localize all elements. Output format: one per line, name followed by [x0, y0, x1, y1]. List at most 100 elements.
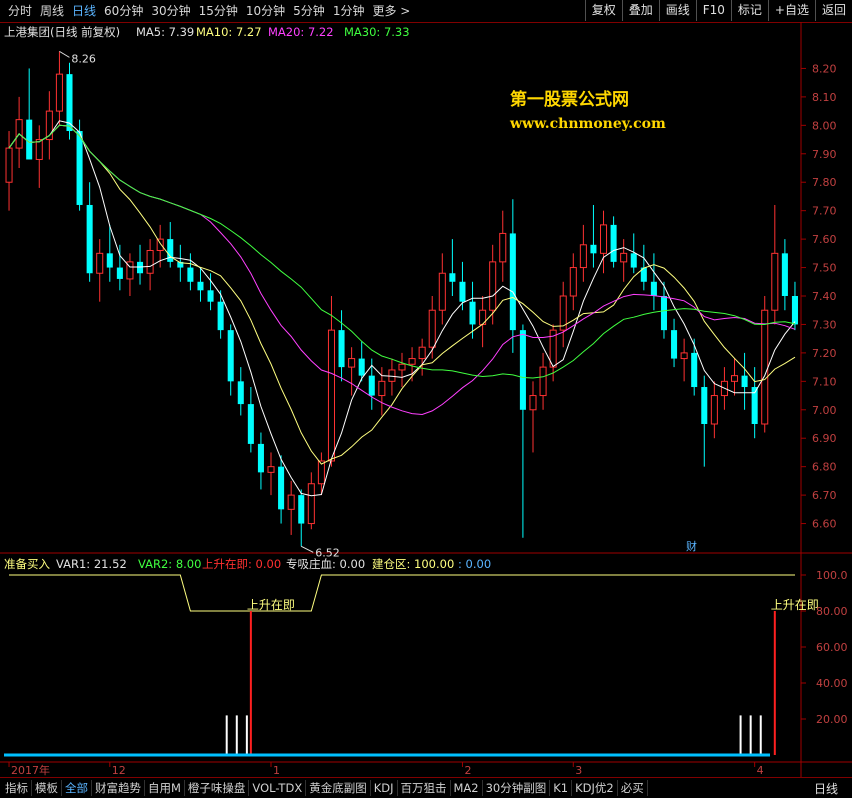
build-value: 建仓区: 100.00	[372, 557, 455, 571]
candle-body	[660, 296, 667, 331]
indicator-tab-2[interactable]: 全部	[62, 780, 92, 796]
candle-body	[197, 281, 204, 291]
candle	[26, 68, 33, 160]
indicator-tick-label: 80.00	[816, 605, 848, 618]
candle-body	[398, 363, 406, 371]
candle	[680, 338, 688, 382]
candle-body	[791, 296, 798, 325]
candle-body	[96, 252, 104, 274]
up-signal-label: 上升在即	[771, 598, 819, 612]
candle-body	[187, 267, 194, 282]
candle-body	[630, 253, 637, 268]
candle-body	[287, 494, 295, 510]
candle	[519, 324, 526, 538]
period-label[interactable]: 日线	[814, 780, 838, 797]
candle	[55, 51, 63, 126]
indicator-tab-5[interactable]: 橙子味操盘	[185, 780, 250, 796]
candle-body	[499, 232, 507, 263]
bottom-toolbar: 指标 模板 全部 财富趋势 自用M 橙子味操盘 VOL-TDX 黄金底副图 KDJ 百万狙击 MA2…	[0, 777, 852, 798]
indicator-tab-9[interactable]: 百万狙击	[398, 780, 451, 796]
candle-body	[5, 147, 13, 183]
indicator-tab-6[interactable]: VOL-TDX	[249, 780, 307, 796]
date-tick-label: 2017年	[11, 763, 50, 777]
candle	[590, 204, 597, 268]
candle	[247, 387, 254, 453]
candle-body	[227, 330, 234, 382]
candle	[701, 375, 708, 467]
indicator-tick-label: 20.00	[816, 713, 848, 726]
candle-body	[358, 358, 365, 376]
candle-body	[590, 244, 597, 254]
price-tick-label: 8.10	[812, 91, 837, 104]
price-tick-label: 7.10	[812, 375, 837, 388]
candle-body	[529, 395, 537, 411]
indicator-tab-12[interactable]: K1	[550, 780, 573, 796]
candle	[368, 358, 375, 410]
indicator-tab-13[interactable]: KDJ优2	[572, 780, 618, 796]
candle-body	[35, 139, 43, 160]
candle-body	[428, 309, 436, 348]
date-tick-label: 12	[112, 764, 126, 777]
ma20-value: MA20: 7.22	[268, 25, 334, 39]
price-tick-label: 7.40	[812, 290, 837, 303]
candle	[298, 489, 305, 547]
indicator-tab-4[interactable]: 自用M	[145, 780, 185, 796]
price-tick-label: 6.80	[812, 461, 837, 474]
ma10-value: MA10: 7.27	[196, 25, 262, 39]
candle-body	[701, 387, 708, 424]
candle	[307, 472, 315, 530]
candle-body	[761, 309, 769, 425]
indicator-tab-7[interactable]: 黄金底副图	[306, 780, 371, 796]
candle-body	[489, 261, 497, 311]
candle	[438, 253, 446, 325]
indicator-tab-3[interactable]: 财富趋势	[92, 780, 145, 796]
candle	[327, 296, 335, 467]
candle	[126, 253, 134, 296]
candle-body	[710, 395, 718, 425]
candle-body	[106, 253, 113, 268]
price-tick-label: 7.70	[812, 205, 837, 218]
price-tick-label: 6.90	[812, 432, 837, 445]
price-tick-label: 7.30	[812, 318, 837, 331]
candle-body	[449, 273, 456, 282]
candle-body	[368, 375, 375, 396]
candle	[86, 182, 93, 282]
indicator-tab-14[interactable]: 必买	[618, 780, 648, 796]
cai-badge: 财	[686, 539, 697, 553]
indicator-tab-10[interactable]: MA2	[451, 780, 483, 796]
kline-chart[interactable]: 8.20 8.10 8.00 7.90 7.80 7.70 7.60 7.50 7.40 7.30…	[0, 0, 852, 777]
candle-body	[620, 252, 628, 263]
candle-body	[459, 281, 466, 302]
candle-body	[348, 358, 356, 368]
candle	[489, 244, 497, 325]
candle-body	[691, 352, 698, 388]
candle-body	[278, 466, 285, 510]
candle-body	[207, 290, 214, 302]
var2-value: VAR2: 8.00	[138, 557, 202, 571]
up-signal-label: 上升在即	[247, 598, 295, 612]
candle-body	[741, 375, 748, 388]
candle-body	[579, 244, 587, 269]
candle	[671, 318, 678, 368]
candle-body	[569, 267, 577, 297]
indicator-tab-8[interactable]: KDJ	[371, 780, 398, 796]
indicator-tab-11[interactable]: 30分钟副图	[483, 780, 551, 796]
candle	[187, 253, 194, 291]
indicator-tab-0[interactable]: 指标	[2, 780, 32, 796]
indicator-tick-label: 60.00	[816, 641, 848, 654]
candle	[5, 131, 13, 211]
candle-body	[730, 375, 739, 382]
indicator-tab-1[interactable]: 模板	[32, 780, 62, 796]
candle	[15, 96, 23, 168]
candle	[579, 224, 587, 282]
candle	[610, 216, 617, 268]
candle-body	[26, 119, 33, 160]
candle	[499, 210, 507, 282]
candle	[237, 367, 244, 416]
build2-value: : 0.00	[458, 557, 492, 571]
candle	[227, 324, 234, 396]
candle	[751, 367, 758, 439]
candle-body	[509, 233, 516, 331]
candle	[650, 253, 657, 311]
candle	[35, 125, 43, 188]
